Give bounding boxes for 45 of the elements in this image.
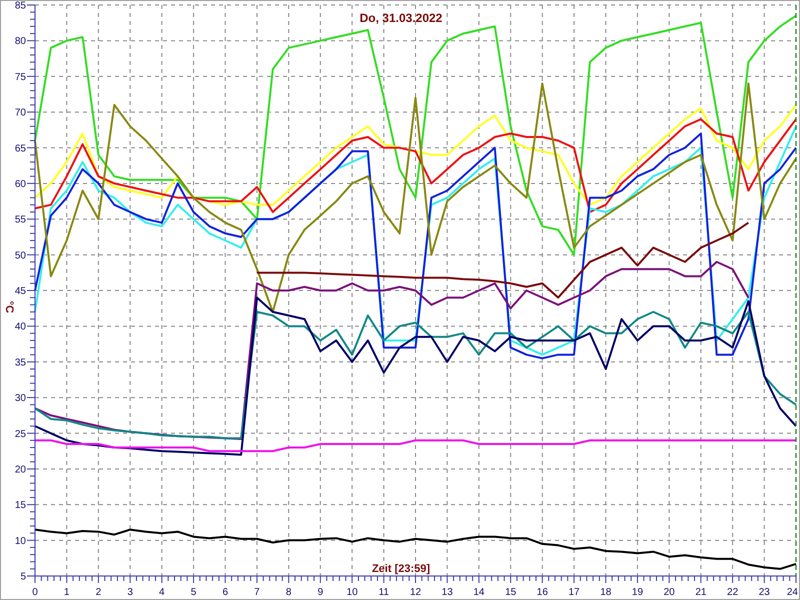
chart-title: Do, 31.03.2022 — [360, 11, 442, 25]
x-tick-label: 11 — [378, 587, 389, 598]
x-tick-label: 8 — [286, 587, 292, 598]
y-axis-label: °C — [3, 300, 15, 314]
y-tick-label: 85 — [14, 1, 26, 12]
x-tick-label: 10 — [346, 587, 358, 598]
y-tick-label: 25 — [14, 428, 26, 440]
x-tick-label: 14 — [473, 587, 484, 598]
x-tick-label: 23 — [758, 587, 770, 598]
x-tick-label: 17 — [568, 587, 580, 598]
x-tick-label: 16 — [536, 587, 548, 598]
y-tick-label: 30 — [14, 393, 26, 404]
x-tick-label: 13 — [442, 587, 453, 598]
y-tick-label: 70 — [14, 108, 26, 119]
x-tick-label: 18 — [600, 587, 612, 598]
y-tick-label: 35 — [14, 357, 26, 368]
x-tick-label: 1 — [64, 587, 70, 598]
x-tick-label: 24 — [786, 587, 798, 598]
y-tick-label: 80 — [14, 36, 26, 48]
x-axis-label: Zeit [23:59] — [372, 563, 430, 575]
x-tick-label: 7 — [254, 587, 260, 598]
y-tick-label: 5 — [20, 572, 26, 582]
y-tick-label: 65 — [14, 143, 26, 154]
x-tick-label: 22 — [727, 587, 738, 598]
y-tick-label: 40 — [14, 322, 26, 333]
x-tick-label: 6 — [222, 587, 228, 598]
x-tick-label: 12 — [410, 587, 422, 598]
y-tick-label: 20 — [14, 464, 26, 476]
y-tick-label: 75 — [14, 72, 26, 83]
y-tick-label: 50 — [14, 250, 26, 262]
x-tick-label: 20 — [664, 587, 675, 598]
x-tick-label: 2 — [96, 587, 102, 598]
x-tick-label: 0 — [32, 587, 38, 598]
x-tick-label: 4 — [159, 587, 165, 598]
y-tick-label: 15 — [14, 500, 26, 512]
x-tick-label: 5 — [190, 587, 196, 598]
y-tick-label: 45 — [14, 286, 26, 297]
y-tick-label: 55 — [14, 214, 26, 226]
y-tick-label: 60 — [14, 178, 26, 190]
y-tick-label: 10 — [14, 536, 26, 547]
x-tick-label: 19 — [632, 587, 644, 598]
x-tick-label: 3 — [127, 587, 133, 598]
x-tick-label: 21 — [695, 587, 706, 598]
x-tick-label: 15 — [505, 587, 516, 598]
x-tick-label: 9 — [318, 587, 324, 598]
